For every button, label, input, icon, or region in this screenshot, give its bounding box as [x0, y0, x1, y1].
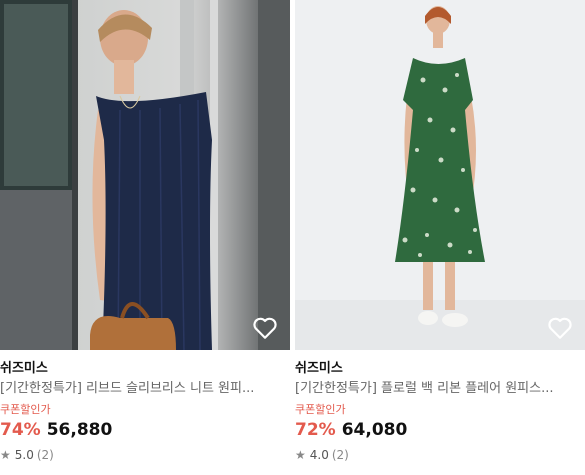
product-info: 쉬즈미스 [기간한정특가] 플로럴 백 리본 플레어 원피스... 쿠폰할인가 …	[295, 350, 585, 466]
discount-rate: 72%	[295, 420, 336, 440]
coupon-label: 쿠폰할인가	[0, 403, 51, 416]
product-info: 쉬즈미스 [기간한정특가] 리브드 슬리브리스 니트 원피... 쿠폰할인가 7…	[0, 350, 290, 466]
star-icon: ★	[0, 448, 11, 462]
review-count: (2)	[36, 448, 54, 462]
coupon-label: 쿠폰할인가	[295, 403, 346, 416]
rating-score: 5.0	[14, 448, 34, 462]
rating: ★ 5.0 (2)	[0, 444, 290, 466]
product-card[interactable]: 쉬즈미스 [기간한정특가] 리브드 슬리브리스 니트 원피... 쿠폰할인가 7…	[0, 0, 290, 466]
rating: ★ 4.0 (2)	[295, 444, 585, 466]
brand-name[interactable]: 쉬즈미스	[295, 360, 585, 378]
product-image[interactable]	[295, 0, 585, 350]
product-name[interactable]: [기간한정특가] 플로럴 백 리본 플레어 원피스...	[295, 378, 585, 400]
product-card[interactable]: 쉬즈미스 [기간한정특가] 플로럴 백 리본 플레어 원피스... 쿠폰할인가 …	[295, 0, 585, 466]
sale-price: 64,080	[341, 420, 408, 440]
star-icon: ★	[295, 448, 306, 462]
review-count: (2)	[331, 448, 349, 462]
price-row: 74% 56,880	[0, 418, 290, 442]
product-grid: 쉬즈미스 [기간한정특가] 리브드 슬리브리스 니트 원피... 쿠폰할인가 7…	[0, 0, 585, 466]
product-photo	[295, 6, 585, 350]
sale-price: 56,880	[46, 420, 113, 440]
product-photo	[0, 0, 290, 350]
price-row: 72% 64,080	[295, 418, 585, 442]
discount-rate: 74%	[0, 420, 41, 440]
heart-outline-icon[interactable]	[252, 316, 278, 340]
rating-score: 4.0	[309, 448, 329, 462]
product-name[interactable]: [기간한정특가] 리브드 슬리브리스 니트 원피...	[0, 378, 290, 400]
product-image[interactable]	[0, 0, 290, 350]
heart-outline-icon[interactable]	[547, 316, 573, 340]
brand-name[interactable]: 쉬즈미스	[0, 360, 290, 378]
